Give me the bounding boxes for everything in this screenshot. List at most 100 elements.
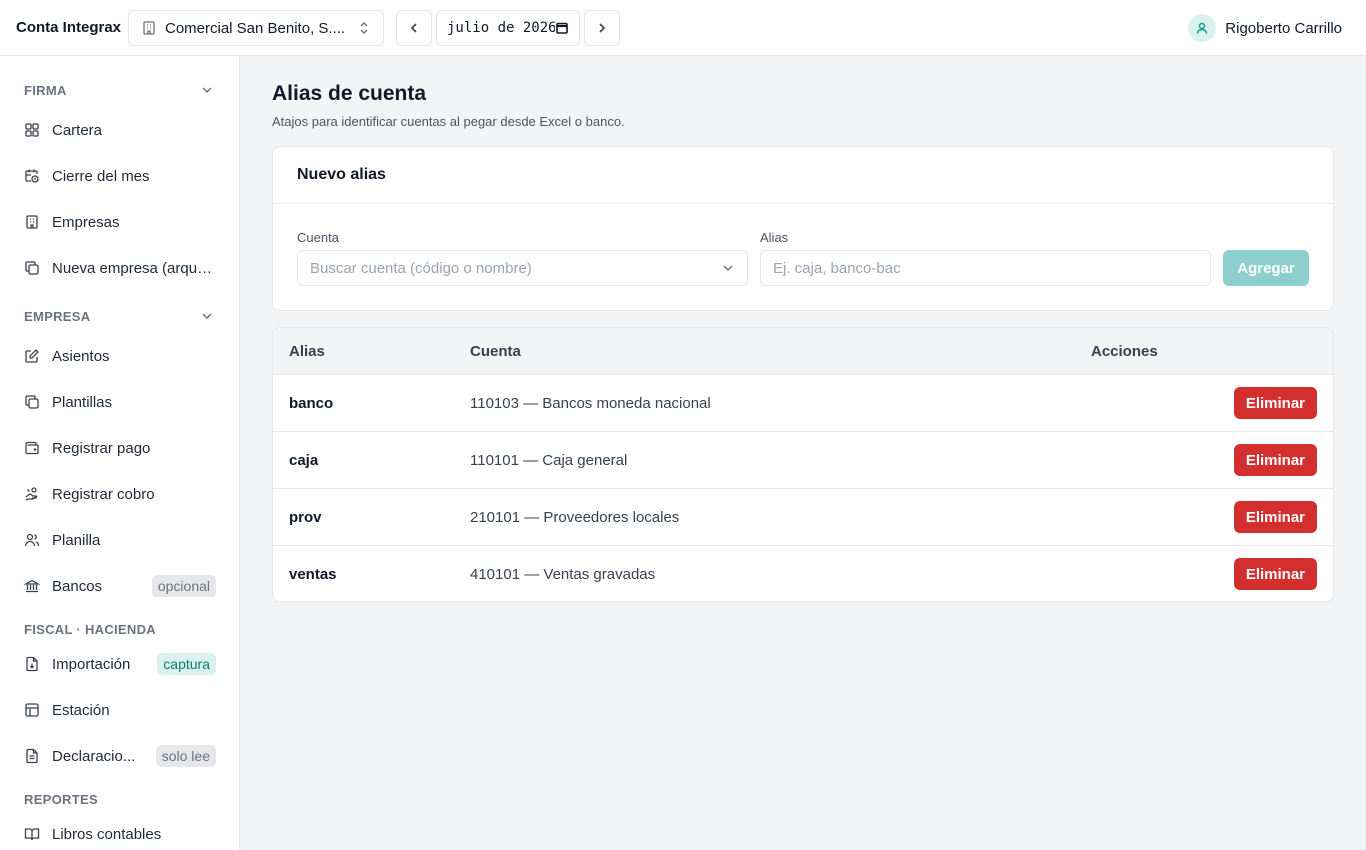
row-account: 110101 — Caja general	[470, 452, 628, 469]
chevron-down-icon	[200, 309, 214, 323]
sidebar-item-registrar-pago[interactable]: Registrar pago	[24, 433, 216, 463]
sidebar-item-libros-contables[interactable]: Libros contables	[24, 819, 216, 849]
sidebar-item-cartera[interactable]: Cartera	[24, 115, 216, 145]
sidebar-item-label: Libros contables	[52, 825, 162, 843]
column-header-acciones: Acciones	[1091, 343, 1158, 360]
delete-button[interactable]: Eliminar	[1233, 501, 1317, 533]
next-month-button[interactable]	[584, 10, 620, 46]
column-header-alias: Alias	[289, 343, 325, 360]
row-alias: prov	[289, 509, 322, 526]
sidebar-item-label: Planilla	[52, 531, 101, 549]
calendar-clock-icon	[24, 168, 40, 184]
sidebar-item-bancos[interactable]: Bancos opcional	[24, 571, 216, 601]
badge-captura: captura	[157, 653, 216, 675]
table-row: banco 110103 — Bancos moneda nacional El…	[273, 375, 1333, 432]
sidebar-item-asientos[interactable]: Asientos	[24, 341, 216, 371]
chevron-up-down-icon	[357, 21, 371, 35]
table-row: caja 110101 — Caja general Eliminar	[273, 432, 1333, 489]
user-avatar-icon	[1188, 14, 1217, 42]
sidebar-item-label: Importación	[52, 655, 131, 673]
sidebar-section-firma[interactable]: FIRMA	[24, 80, 216, 100]
table-row: prov 210101 — Proveedores locales Elimin…	[273, 489, 1333, 546]
row-account: 110103 — Bancos moneda nacional	[470, 395, 711, 412]
chevron-left-icon	[407, 21, 421, 35]
sidebar-section-label: EMPRESA	[24, 308, 91, 324]
building-icon	[24, 214, 40, 230]
sidebar-item-label: Nueva empresa (arque...	[52, 259, 216, 277]
row-alias: caja	[289, 452, 319, 469]
building-icon	[141, 20, 157, 36]
sidebar-item-planilla[interactable]: Planilla	[24, 525, 216, 555]
sidebar-section-empresa[interactable]: EMPRESA	[24, 306, 216, 326]
delete-button[interactable]: Eliminar	[1233, 444, 1317, 476]
sidebar-item-label: Cartera	[52, 121, 103, 139]
sidebar-item-estacion[interactable]: Estación	[24, 695, 216, 725]
file-text-icon	[24, 748, 40, 764]
add-alias-button[interactable]: Agregar	[1223, 250, 1309, 286]
chevron-down-icon	[200, 83, 214, 97]
row-account: 210101 — Proveedores locales	[470, 509, 680, 526]
sidebar-section-label: FISCAL · HACIENDA	[24, 621, 156, 637]
brand-name: Conta Integrax	[16, 19, 122, 36]
page-title: Alias de cuenta	[272, 82, 427, 105]
sidebar-section-fiscal: FISCAL · HACIENDA	[24, 619, 216, 639]
row-account: 410101 — Ventas gravadas	[470, 566, 656, 583]
sidebar-item-empresas[interactable]: Empresas	[24, 207, 216, 237]
copy-icon	[24, 260, 40, 276]
badge-solo-lee: solo lee	[155, 745, 216, 767]
account-label: Cuenta	[297, 230, 339, 245]
column-header-cuenta: Cuenta	[470, 343, 521, 360]
top-bar: Conta Integrax Comercial San Benito, S..…	[0, 0, 1366, 56]
sidebar-section-label: REPORTES	[24, 791, 98, 807]
user-name: Rigoberto Carrillo	[1225, 19, 1342, 37]
hand-coins-icon	[24, 486, 40, 502]
table-row: ventas 410101 — Ventas gravadas Eliminar	[273, 546, 1333, 601]
prev-month-button[interactable]	[396, 10, 432, 46]
edit-icon	[24, 348, 40, 364]
alias-label: Alias	[760, 230, 789, 245]
copy-icon	[24, 394, 40, 410]
account-select[interactable]: Buscar cuenta (código o nombre)	[297, 250, 748, 286]
sidebar-item-cierre-del-mes[interactable]: Cierre del mes	[24, 161, 216, 191]
alias-input[interactable]	[760, 250, 1211, 286]
table-header: Alias Cuenta Acciones	[273, 328, 1333, 375]
month-input-value: julio de 2026	[447, 20, 555, 36]
bank-icon	[24, 578, 40, 594]
sidebar-item-label: Plantillas	[52, 393, 113, 411]
new-alias-title: Nuevo alias	[273, 147, 1333, 204]
calendar-icon[interactable]	[555, 21, 569, 35]
sidebar: FIRMA Cartera Cierre del mes Empresas Nu…	[0, 56, 240, 850]
alias-table: Alias Cuenta Acciones banco 110103 — Ban…	[272, 327, 1334, 602]
sidebar-item-label: Estación	[52, 701, 110, 719]
user-menu[interactable]: Rigoberto Carrillo	[1188, 14, 1342, 42]
page-subtitle: Atajos para identificar cuentas al pegar…	[272, 114, 625, 129]
wallet-icon	[24, 440, 40, 456]
table-icon	[24, 702, 40, 718]
row-alias: banco	[289, 395, 334, 412]
sidebar-item-label: Declaracio...	[52, 747, 136, 765]
delete-button[interactable]: Eliminar	[1233, 387, 1317, 419]
delete-button[interactable]: Eliminar	[1233, 558, 1317, 590]
sidebar-item-label: Registrar pago	[52, 439, 151, 457]
sidebar-item-label: Asientos	[52, 347, 110, 365]
sidebar-item-nueva-empresa[interactable]: Nueva empresa (arque...	[24, 253, 216, 283]
sidebar-section-label: FIRMA	[24, 82, 67, 98]
sidebar-item-importacion[interactable]: Importación captura	[24, 649, 216, 679]
sidebar-item-label: Cierre del mes	[52, 167, 150, 185]
company-select-value: Comercial San Benito, S....	[165, 19, 346, 37]
sidebar-item-label: Registrar cobro	[52, 485, 155, 503]
book-icon	[24, 826, 40, 842]
new-alias-card: Nuevo alias Cuenta Buscar cuenta (código…	[272, 146, 1334, 311]
company-select[interactable]: Comercial San Benito, S....	[128, 10, 384, 46]
month-input[interactable]: julio de 2026	[436, 10, 580, 46]
badge-opcional: opcional	[151, 575, 216, 597]
sidebar-section-reportes: REPORTES	[24, 789, 216, 809]
sidebar-item-plantillas[interactable]: Plantillas	[24, 387, 216, 417]
file-download-icon	[24, 656, 40, 672]
row-alias: ventas	[289, 566, 337, 583]
sidebar-item-registrar-cobro[interactable]: Registrar cobro	[24, 479, 216, 509]
sidebar-item-declaraciones[interactable]: Declaracio... solo lee	[24, 741, 216, 771]
sidebar-item-label: Bancos	[52, 577, 103, 595]
grid-icon	[24, 122, 40, 138]
users-icon	[24, 532, 40, 548]
